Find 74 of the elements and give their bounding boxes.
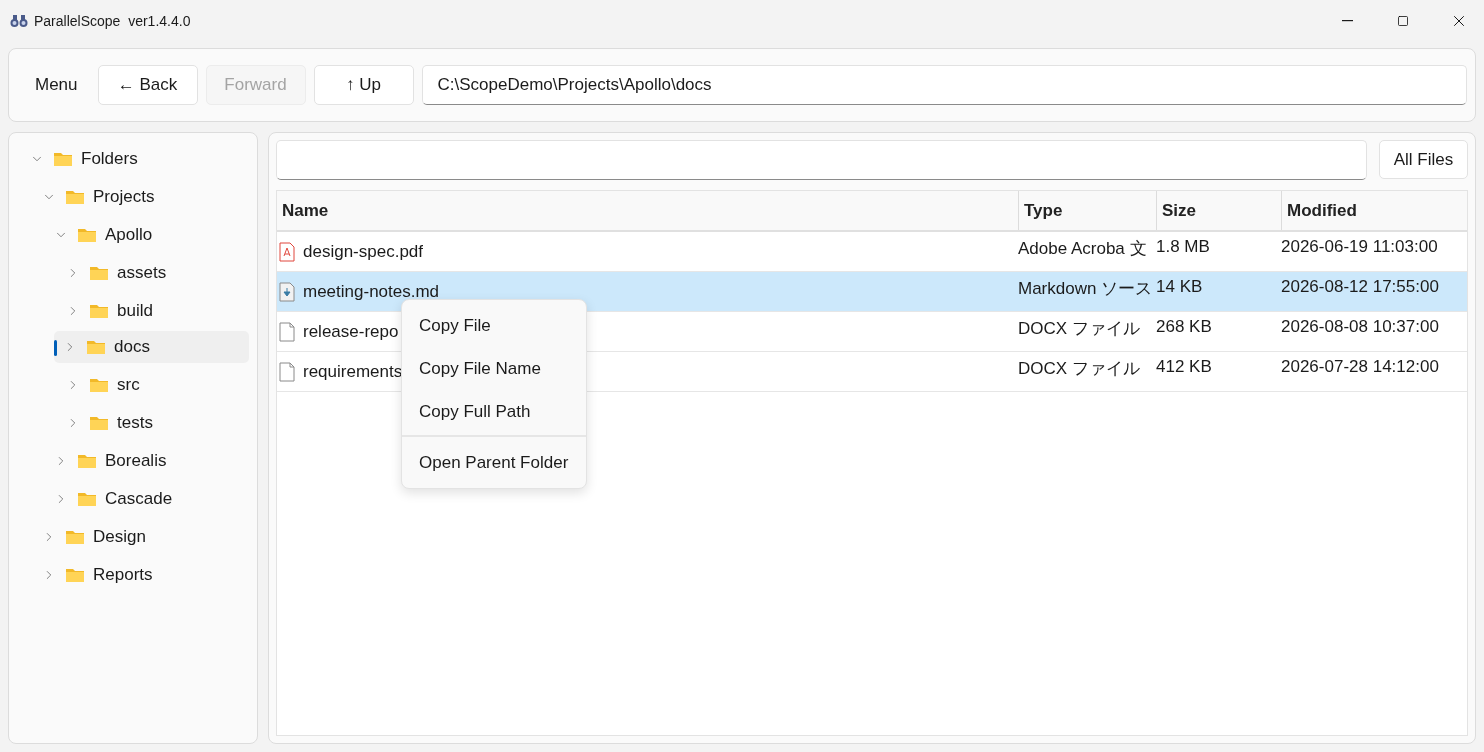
menu-button[interactable]: Menu [23, 67, 90, 103]
folder-label: Borealis [105, 451, 167, 471]
file-row[interactable]: meeting-notes.md Markdown ソース 14 KB 2026-08-12 17:55:00 [277, 272, 1467, 312]
menu-item[interactable]: Copy Full Path [402, 390, 586, 433]
tree-item[interactable]: Cascade [9, 481, 249, 517]
window-title: ParallelScope ver1.4.4.0 [34, 13, 192, 29]
column-header[interactable]: Type [1018, 191, 1156, 230]
binoculars-icon [10, 14, 28, 28]
table-cell: 2026-08-08 10:37:00 [1281, 317, 1439, 336]
file-icon [279, 321, 295, 342]
tree-item[interactable]: src [9, 367, 249, 403]
folder-icon [89, 377, 109, 393]
tree-item[interactable]: Projects [9, 179, 249, 215]
file-name: meeting-notes.md [303, 281, 440, 302]
nav-button[interactable]: ↑ Up [313, 65, 414, 105]
table-cell: DOCX ファイル [1018, 359, 1140, 378]
folder-icon [89, 303, 109, 319]
folder-icon [89, 415, 109, 431]
menu-item[interactable]: Open Parent Folder [402, 441, 586, 484]
file-name: release-repo [303, 321, 399, 342]
tree-item[interactable]: Design [9, 519, 249, 555]
maximize-icon [1397, 15, 1409, 27]
folder-icon [53, 151, 73, 167]
folder-label: Reports [93, 565, 153, 585]
table-cell: 14 KB [1156, 277, 1203, 296]
folder-label: Projects [93, 187, 155, 207]
column-header[interactable]: Name [277, 191, 1018, 230]
folder-icon [77, 227, 97, 243]
folder-label: assets [117, 263, 167, 283]
tree-item[interactable]: Apollo [9, 217, 249, 253]
folder-icon [77, 491, 97, 507]
table-cell: 1.8 MB [1156, 237, 1210, 256]
table-cell: 412 KB [1156, 357, 1212, 376]
tree-item[interactable]: tests [9, 405, 249, 441]
table-cell: 268 KB [1156, 317, 1212, 336]
tree-item[interactable]: assets [9, 255, 249, 291]
folder-label: Cascade [105, 489, 173, 509]
tree-item[interactable]: Folders [9, 141, 249, 177]
file-name: design-spec.pdf [303, 241, 424, 262]
filter-button[interactable]: All Files [1379, 140, 1468, 179]
folder-icon [65, 529, 85, 545]
table-cell: DOCX ファイル [1018, 319, 1140, 338]
folder-icon [77, 453, 97, 469]
selection-indicator [54, 340, 57, 356]
table-cell: 2026-07-28 14:12:00 [1281, 357, 1439, 376]
folder-label: Design [93, 527, 146, 547]
column-header[interactable]: Modified [1281, 191, 1467, 230]
folder-label: build [117, 301, 153, 321]
file-name: requirements [303, 361, 403, 382]
table-cell: 2026-08-12 17:55:00 [1281, 277, 1439, 296]
folder-label: tests [117, 413, 153, 433]
folder-icon [89, 265, 109, 281]
table-cell: 2026-06-19 11:03:00 [1281, 237, 1438, 256]
table-cell: Adobe Acroba 文 [1018, 239, 1147, 258]
folder-icon [86, 339, 106, 355]
tree-item[interactable]: Borealis [9, 443, 249, 479]
folder-label: Apollo [105, 225, 153, 245]
download-file-icon [279, 281, 295, 302]
nav-button[interactable]: ← Back [97, 65, 198, 105]
minimize-icon [1341, 20, 1353, 22]
folder-label: Folders [81, 149, 138, 169]
folder-icon [65, 567, 85, 583]
table-cell: Markdown ソース [1018, 279, 1153, 298]
tree-item[interactable]: docs [54, 331, 249, 363]
column-header[interactable]: Size [1156, 191, 1281, 230]
search-field[interactable] [276, 140, 1367, 180]
tree-item[interactable]: Reports [9, 557, 249, 593]
folder-icon [65, 189, 85, 205]
tree-item[interactable]: build [9, 293, 249, 329]
file-icon [279, 361, 295, 382]
path-field[interactable]: C:\ScopeDemo\Projects\Apollo\docs [421, 65, 1467, 105]
folder-label: docs [114, 337, 150, 357]
pdf-file-icon [279, 241, 295, 262]
folder-label: src [117, 375, 140, 395]
